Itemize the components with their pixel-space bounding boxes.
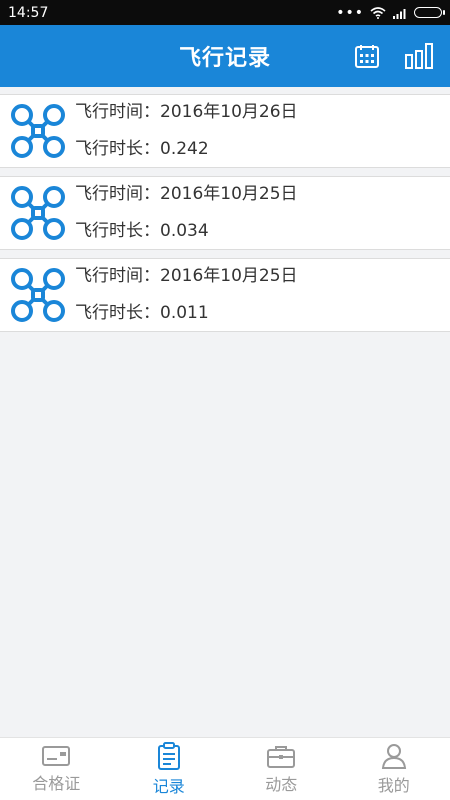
flight-duration-label: 飞行时长： — [75, 303, 160, 323]
flight-duration-line: 飞行时长：0.034 — [75, 213, 298, 250]
battery-icon — [414, 7, 445, 18]
nav-item-certificate[interactable]: 合格证 — [1, 744, 111, 794]
flight-time-label: 飞行时间： — [75, 266, 160, 286]
bar-chart-icon — [405, 43, 433, 69]
signal-dots-icon: ••• — [336, 4, 364, 21]
calendar-icon — [355, 45, 379, 68]
flight-duration-label: 飞行时长： — [75, 221, 160, 241]
wifi-icon — [370, 6, 386, 19]
list-item[interactable]: 飞行时间：2016年10月26日 飞行时长：0.242 — [0, 94, 450, 168]
app-bar: 飞行记录 — [0, 25, 450, 87]
cellular-icon — [393, 8, 406, 19]
user-icon — [381, 744, 406, 769]
record-text: 飞行时间：2016年10月26日 飞行时长：0.242 — [75, 94, 298, 168]
flight-duration-line: 飞行时长：0.011 — [75, 295, 298, 332]
briefcase-icon — [267, 746, 296, 768]
status-icons: ••• — [336, 4, 445, 21]
flight-duration-value: 0.034 — [160, 221, 209, 241]
calendar-button[interactable] — [350, 39, 384, 73]
flight-time-value: 2016年10月25日 — [160, 184, 298, 204]
list-item[interactable]: 飞行时间：2016年10月25日 飞行时长：0.011 — [0, 258, 450, 332]
drone-icon — [11, 186, 65, 240]
nav-label: 记录 — [152, 777, 185, 796]
flight-duration-value: 0.242 — [160, 139, 209, 159]
certificate-icon — [42, 746, 71, 766]
statistics-button[interactable] — [402, 39, 436, 73]
nav-item-profile[interactable]: 我的 — [339, 742, 449, 796]
record-text: 飞行时间：2016年10月25日 飞行时长：0.011 — [75, 258, 298, 332]
bottom-nav: 合格证 记录 动态 我的 — [0, 737, 450, 800]
flight-time-label: 飞行时间： — [75, 102, 160, 122]
flight-time-value: 2016年10月25日 — [160, 266, 298, 286]
flight-time-line: 飞行时间：2016年10月25日 — [75, 176, 298, 213]
flight-record-list: 飞行时间：2016年10月26日 飞行时长：0.242 飞行时间：2016年10… — [0, 94, 450, 340]
clipboard-icon — [157, 742, 180, 770]
flight-time-line: 飞行时间：2016年10月26日 — [75, 94, 298, 131]
flight-duration-line: 飞行时长：0.242 — [75, 131, 298, 168]
flight-time-line: 飞行时间：2016年10月25日 — [75, 258, 298, 295]
nav-item-updates[interactable]: 动态 — [226, 743, 336, 795]
flight-duration-label: 飞行时长： — [75, 139, 160, 159]
nav-label: 我的 — [377, 776, 410, 795]
record-text: 飞行时间：2016年10月25日 飞行时长：0.034 — [75, 176, 298, 250]
list-item[interactable]: 飞行时间：2016年10月25日 飞行时长：0.034 — [0, 176, 450, 250]
nav-label: 合格证 — [32, 774, 81, 793]
nav-item-records[interactable]: 记录 — [114, 741, 224, 797]
drone-icon — [11, 268, 65, 322]
nav-label: 动态 — [265, 775, 298, 794]
flight-time-label: 飞行时间： — [75, 184, 160, 204]
app-actions — [350, 39, 436, 73]
flight-duration-value: 0.011 — [160, 303, 209, 323]
page-title: 飞行记录 — [178, 46, 271, 71]
status-time: 14:57 — [8, 4, 49, 21]
drone-icon — [11, 104, 65, 158]
status-bar: 14:57 ••• — [0, 0, 450, 25]
flight-time-value: 2016年10月26日 — [160, 102, 298, 122]
